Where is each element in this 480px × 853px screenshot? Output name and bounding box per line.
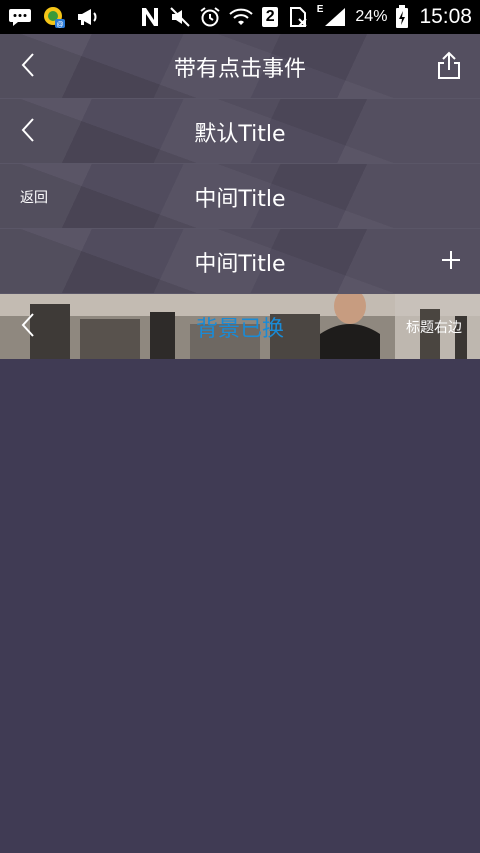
add-button[interactable] (440, 229, 462, 294)
titlebar-title: 中间Title (194, 186, 286, 212)
back-text-button[interactable]: 返回 (20, 164, 48, 229)
titlebar-back-text: 中间Title 返回 (0, 164, 480, 229)
signal-icon: E (317, 4, 348, 28)
battery-charging-icon (395, 5, 409, 29)
back-button[interactable] (18, 34, 38, 99)
status-bar: @ 2 E 24% 15:08 (0, 0, 480, 34)
titlebar-title: 带有点击事件 (173, 56, 306, 82)
chat-icon (8, 7, 32, 27)
battery-percent: 24% (355, 8, 388, 25)
wifi-icon (229, 7, 253, 27)
share-button[interactable] (436, 34, 462, 99)
mute-icon (169, 6, 191, 28)
back-button[interactable] (18, 99, 38, 164)
back-arrow-icon (18, 311, 38, 343)
titlebar-click-events: 带有点击事件 (0, 34, 480, 99)
titlebar-photo-background: 背景已换 标题右边 (0, 294, 480, 359)
back-label: 返回 (20, 189, 48, 206)
clock: 15:08 (419, 5, 472, 28)
right-text-button[interactable]: 标题右边 (406, 294, 462, 359)
right-label: 标题右边 (406, 319, 462, 336)
plus-icon (440, 249, 462, 275)
titlebar-default: 默认Title (0, 99, 480, 164)
back-arrow-icon (18, 116, 38, 148)
svg-text:@: @ (56, 22, 63, 29)
back-button[interactable] (18, 294, 38, 359)
titlebar-add: 中间Title (0, 229, 480, 294)
megaphone-icon (76, 7, 100, 27)
no-sim-icon (287, 6, 309, 28)
nfc-icon (139, 6, 161, 28)
titlebar-title: 中间Title (194, 251, 286, 277)
sim-icon: 2 (261, 6, 279, 28)
app-badge-icon: @ (42, 5, 66, 29)
back-arrow-icon (18, 51, 38, 83)
share-icon (436, 50, 462, 84)
alarm-icon (199, 6, 221, 28)
titlebar-title: 默认Title (194, 121, 286, 147)
